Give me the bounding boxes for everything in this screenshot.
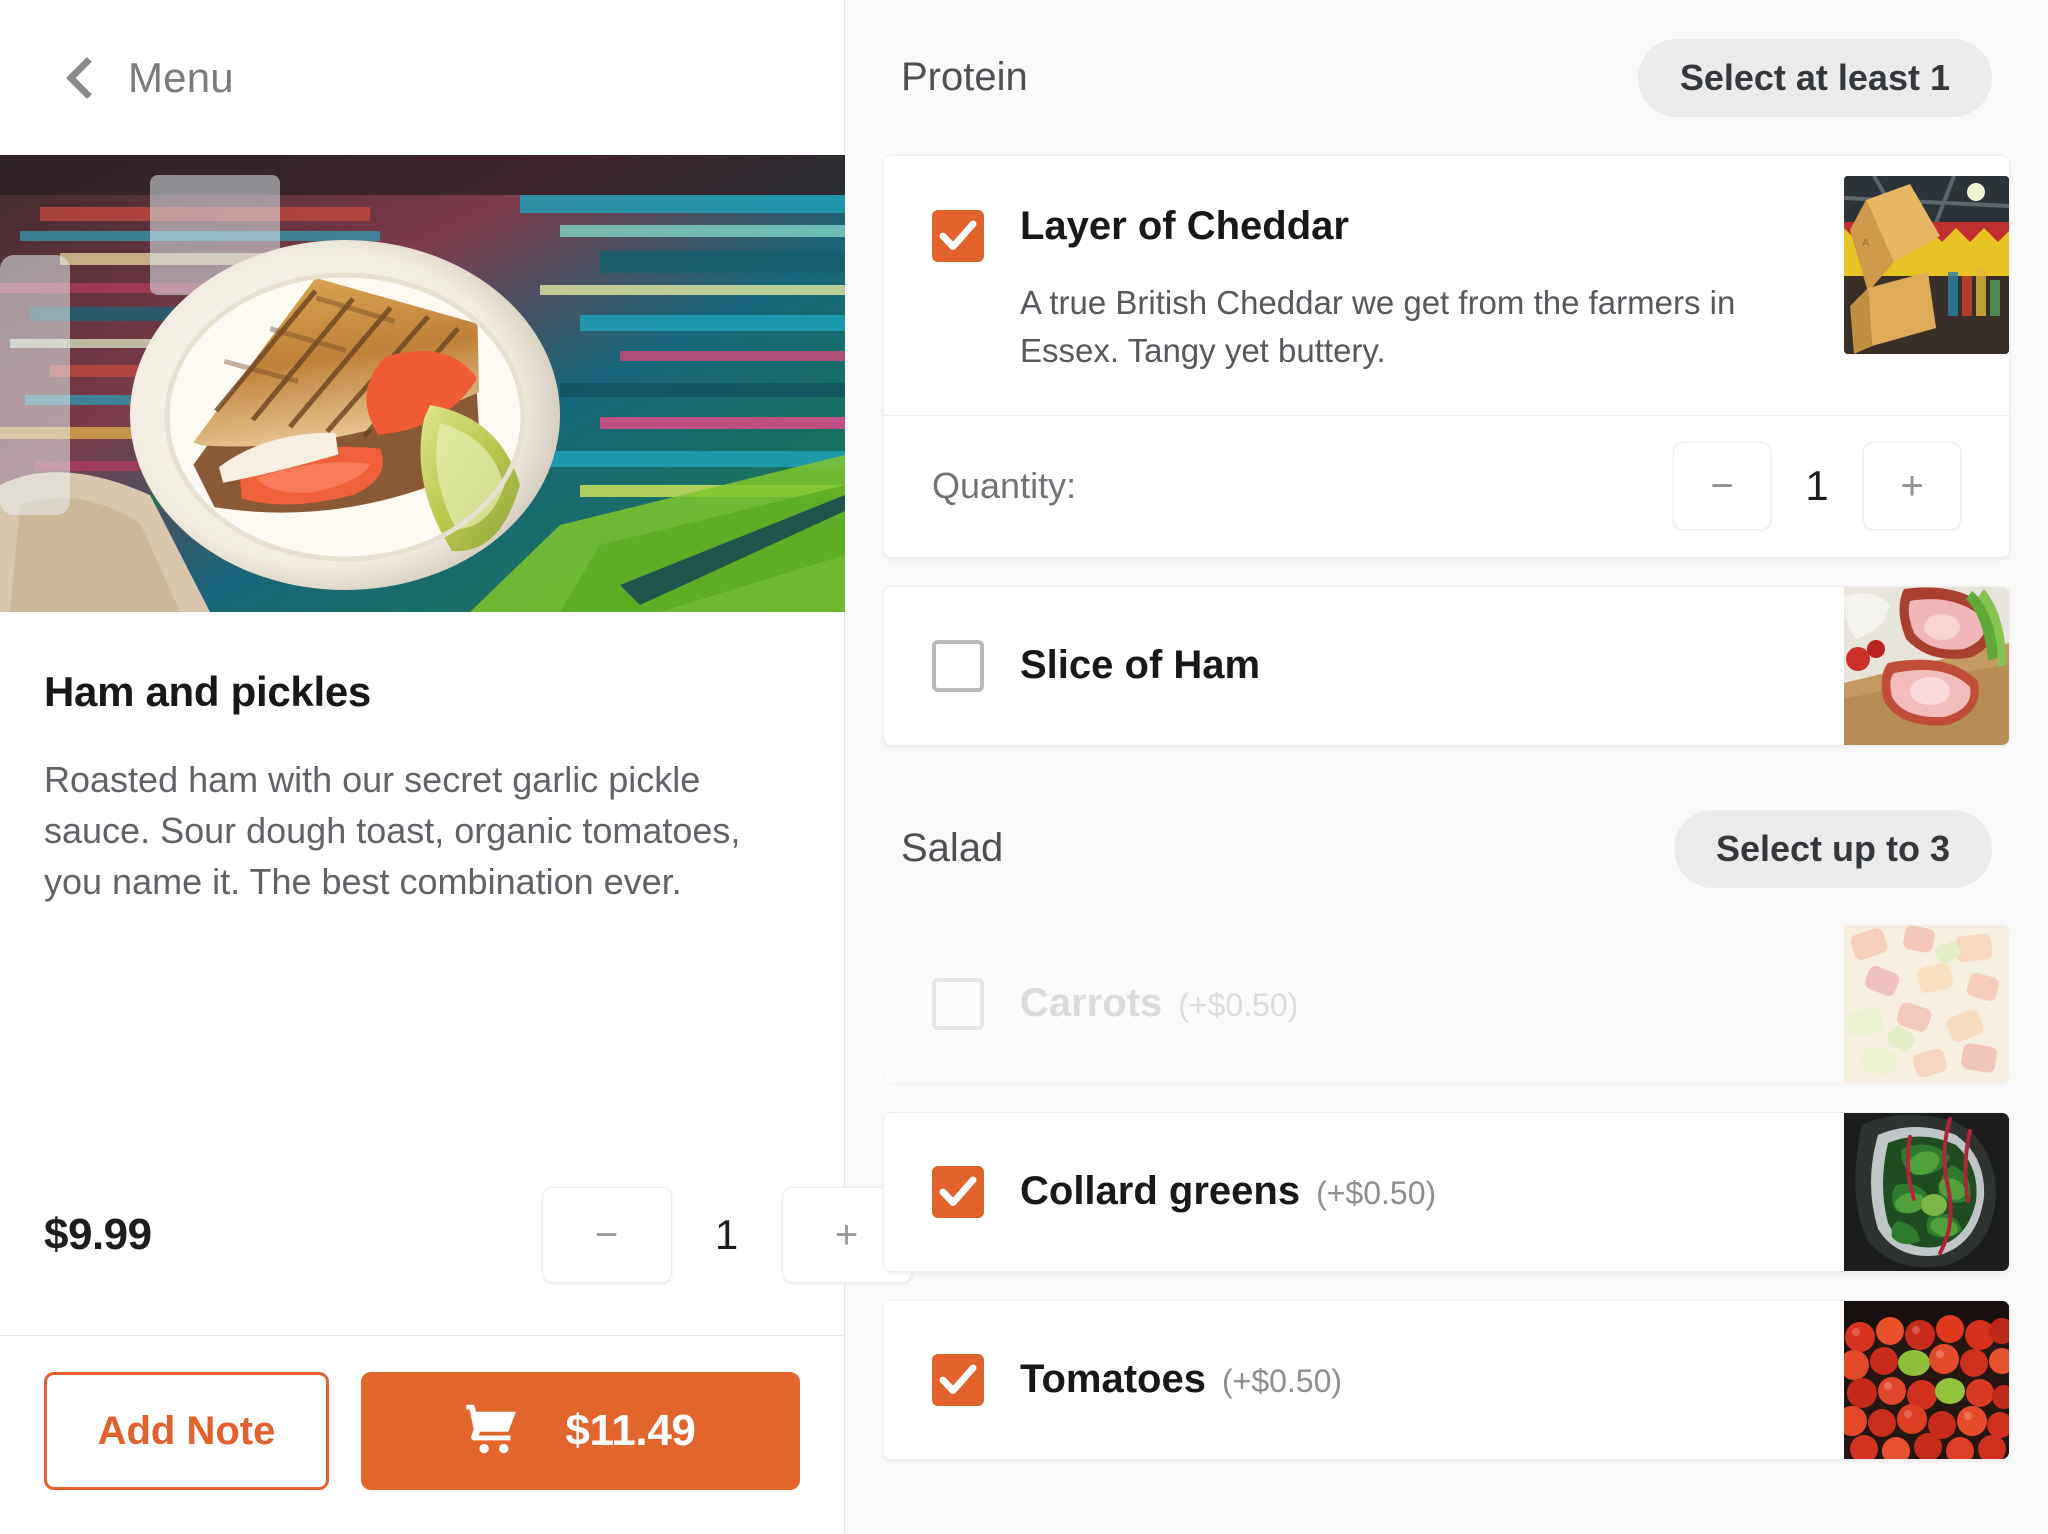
option-row: Carrots (+$0.50) <box>884 924 2009 1083</box>
option-card-collard-greens[interactable]: Collard greens (+$0.50) <box>883 1111 2010 1272</box>
option-quantity-decrement-button[interactable]: − <box>1673 442 1771 531</box>
item-detail-body: Ham and pickles Roasted ham with our sec… <box>0 612 912 1335</box>
option-thumbnail-collard-greens <box>1844 1112 2009 1271</box>
option-extra-price: (+$0.50) <box>1178 987 1299 1024</box>
option-card-slice-of-ham[interactable]: Slice of Ham <box>883 585 2010 746</box>
chevron-left-icon <box>65 56 109 99</box>
option-row[interactable]: Collard greens (+$0.50) <box>884 1112 2009 1271</box>
option-label: Layer of Cheddar <box>1020 204 1349 248</box>
option-thumbnail-carrots <box>1844 924 2009 1083</box>
option-title: Collard greens (+$0.50) <box>1020 1169 1799 1214</box>
group-rule-badge: Select at least 1 <box>1637 38 1992 117</box>
checkbox-tomatoes[interactable] <box>932 1353 984 1406</box>
group-title: Protein <box>901 55 1028 99</box>
cart-total: $11.49 <box>565 1406 696 1455</box>
options-panel: Protein Select at least 1 Layer of Chedd… <box>845 0 2048 1534</box>
item-hero-image <box>0 155 845 612</box>
option-thumbnail-tomatoes <box>1844 1300 2009 1459</box>
quantity-decrement-button[interactable]: − <box>541 1187 672 1283</box>
option-thumbnail-cheddar: A <box>1844 176 2009 354</box>
option-quantity-row: Quantity: − 1 + <box>884 414 2009 557</box>
option-quantity-value: 1 <box>1805 462 1829 510</box>
option-card-tomatoes[interactable]: Tomatoes (+$0.50) <box>883 1299 2010 1460</box>
item-detail-panel: Menu Ham and pickles Roasted ham with ou… <box>0 0 912 1534</box>
option-label: Collard greens <box>1020 1169 1301 1214</box>
item-price: $9.99 <box>44 1210 152 1259</box>
checkbox-carrots <box>932 977 984 1030</box>
checkbox-layer-of-cheddar[interactable] <box>932 210 984 262</box>
option-description: A true British Cheddar we get from the f… <box>1020 284 1736 369</box>
option-title: Tomatoes (+$0.50) <box>1020 1357 1799 1402</box>
action-bar: Add Note $11.49 <box>0 1335 844 1534</box>
option-label: Tomatoes <box>1020 1357 1206 1402</box>
option-card-layer-of-cheddar[interactable]: Layer of Cheddar A true British Cheddar … <box>883 155 2010 558</box>
checkbox-slice-of-ham[interactable] <box>932 639 984 692</box>
group-header-salad: Salad Select up to 3 <box>883 774 2010 924</box>
group-header-protein: Protein Select at least 1 <box>883 0 2010 155</box>
back-to-menu-button[interactable]: Menu <box>0 0 844 155</box>
add-note-button[interactable]: Add Note <box>44 1372 329 1490</box>
option-extra-price: (+$0.50) <box>1221 1363 1343 1400</box>
option-thumbnail-ham <box>1844 586 2009 745</box>
option-title: Layer of Cheddar <box>1020 204 1799 249</box>
back-label: Menu <box>128 53 234 101</box>
option-quantity-stepper: − 1 + <box>1673 442 1961 531</box>
quantity-value: 1 <box>714 1211 739 1258</box>
item-description: Roasted ham with our secret garlic pickl… <box>44 759 741 903</box>
option-label: Carrots <box>1020 981 1163 1026</box>
checkbox-collard-greens[interactable] <box>932 1165 984 1218</box>
page-title: Ham and pickles <box>44 668 371 715</box>
option-row[interactable]: Slice of Ham <box>884 586 2009 745</box>
option-title: Slice of Ham <box>1020 643 1799 688</box>
quantity-label: Quantity: <box>932 465 1077 507</box>
product-detail-screen: Menu Ham and pickles Roasted ham with ou… <box>0 0 2048 1534</box>
quantity-stepper: − 1 + <box>541 1187 912 1283</box>
price-quantity-row: $9.99 − 1 + <box>44 1187 912 1335</box>
group-rule-badge: Select up to 3 <box>1673 809 1992 888</box>
option-row[interactable]: Tomatoes (+$0.50) <box>884 1300 2009 1459</box>
option-title: Carrots (+$0.50) <box>1020 981 1799 1026</box>
option-extra-price: (+$0.50) <box>1316 1175 1437 1212</box>
cart-icon <box>465 1403 521 1460</box>
option-row[interactable]: Layer of Cheddar A true British Cheddar … <box>884 156 2009 415</box>
svg-text:A: A <box>1862 237 1870 249</box>
group-title: Salad <box>901 826 1004 871</box>
add-to-cart-button[interactable]: $11.49 <box>361 1372 800 1490</box>
option-quantity-increment-button[interactable]: + <box>1863 442 1961 531</box>
option-card-carrots: Carrots (+$0.50) <box>883 923 2010 1084</box>
option-label: Slice of Ham <box>1020 643 1261 688</box>
